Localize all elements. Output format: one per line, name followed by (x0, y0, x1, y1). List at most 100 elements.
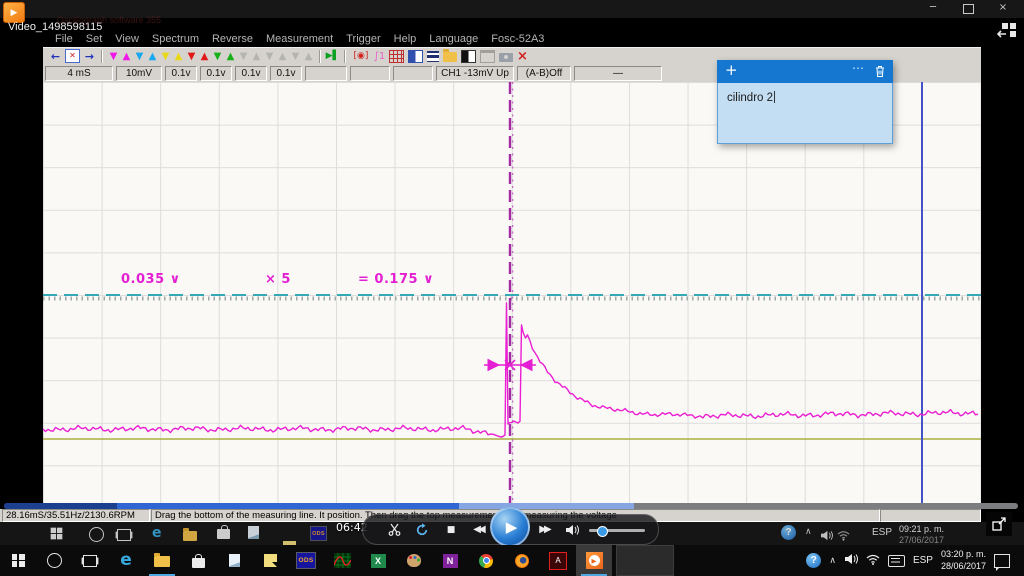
setting-box-9[interactable]: CH1 -13mV Up (436, 66, 514, 81)
menu-item-spectrum[interactable]: Spectrum (152, 33, 199, 47)
shift-down-yellow-icon[interactable]: ▼ (159, 51, 172, 62)
menu-item-file[interactable]: File (55, 33, 73, 47)
menu-item-help[interactable]: Help (394, 33, 417, 47)
tray-keyboard-icon[interactable] (888, 555, 905, 567)
sticky-note-header[interactable]: + ⋯ (717, 60, 893, 83)
play-button[interactable]: ▶ (490, 507, 530, 547)
onenote-icon[interactable]: N (432, 545, 468, 576)
shift-up-gray-1-icon[interactable]: ▲ (250, 51, 263, 62)
menu-item-reverse[interactable]: Reverse (212, 33, 253, 47)
media-player-icon[interactable]: ▶ (576, 545, 612, 576)
shift-down-magenta-icon[interactable]: ▼ (107, 51, 120, 62)
setting-box-3[interactable]: 0.1v (200, 66, 232, 81)
delete-note-icon[interactable] (875, 65, 885, 83)
excel-icon[interactable]: X (360, 545, 396, 576)
menu-item-set[interactable]: Set (86, 33, 103, 47)
start-button[interactable] (0, 545, 36, 576)
menu-item-language[interactable]: Language (429, 33, 478, 47)
tray-speaker-icon[interactable] (844, 552, 858, 570)
shift-up-gray-2-icon[interactable]: ▲ (276, 51, 289, 62)
setting-box-11[interactable]: — (574, 66, 662, 81)
record-icon[interactable]: [◉] (350, 49, 372, 64)
stop-icon[interactable]: ■ (443, 515, 459, 544)
cortana-button[interactable] (36, 545, 72, 576)
shift-down-green-icon[interactable]: ▼ (211, 51, 224, 62)
shift-down-gray-3-icon[interactable]: ▼ (289, 51, 302, 62)
rotate-icon[interactable] (413, 515, 431, 544)
maximize-button[interactable] (963, 4, 974, 14)
next-arrow-icon[interactable]: → (82, 49, 97, 64)
volume-knob[interactable] (597, 526, 608, 537)
shift-up-red-icon[interactable]: ▲ (198, 51, 211, 62)
taskbar-clock[interactable]: 03:20 p. m. 28/06/2017 (941, 549, 986, 572)
menu-item-fosc-52a3[interactable]: Fosc-52A3 (491, 33, 544, 47)
close-button[interactable]: × (990, 0, 1016, 16)
setting-box-8[interactable] (393, 66, 433, 81)
shift-up-gray-3-icon[interactable]: ▲ (302, 51, 315, 62)
setting-box-5[interactable]: 0.1v (270, 66, 302, 81)
firefox-icon[interactable] (504, 545, 540, 576)
setting-box-6[interactable] (305, 66, 347, 81)
popout-icon[interactable] (986, 512, 1012, 536)
setting-box-0[interactable]: 4 mS (45, 66, 113, 81)
play-pause-icon[interactable]: ▶▌ (325, 49, 340, 64)
prev-arrow-icon[interactable]: ← (48, 49, 63, 64)
file-explorer-icon[interactable] (144, 545, 180, 576)
setting-box-1[interactable]: 10mV (116, 66, 162, 81)
note-menu-icon[interactable]: ⋯ (852, 61, 865, 75)
grid-toggle-icon[interactable] (389, 50, 404, 63)
playlist-icon[interactable] (996, 22, 1020, 42)
shift-down-cyan-icon[interactable]: ▼ (133, 51, 146, 62)
invert-colors-icon[interactable] (461, 50, 476, 63)
note-text-area[interactable]: cilindro 2 (717, 83, 893, 144)
shift-up-green-icon[interactable]: ▲ (224, 51, 237, 62)
save-icon[interactable] (427, 51, 439, 62)
shift-down-red-icon[interactable]: ▼ (185, 51, 198, 62)
chrome-icon[interactable] (468, 545, 504, 576)
notepad-icon[interactable] (216, 545, 252, 576)
edge-icon[interactable]: e (108, 545, 144, 576)
store-icon[interactable] (180, 545, 216, 576)
tray-wifi-icon[interactable] (866, 552, 880, 570)
setting-box-7[interactable] (350, 66, 390, 81)
setting-box-4[interactable]: 0.1v (235, 66, 267, 81)
integral-icon[interactable]: ∫1 (372, 49, 387, 64)
speaker-icon[interactable] (563, 515, 581, 544)
system-tray: ? ∧ ESP 03:20 p. m. 28/06/2017 (806, 545, 1024, 576)
scissors-icon[interactable] (385, 515, 403, 544)
open-folder-icon[interactable] (443, 52, 457, 62)
forward-icon[interactable]: ▶▶ (531, 515, 557, 544)
menu-item-view[interactable]: View (115, 33, 139, 47)
snapshot-icon[interactable] (499, 53, 513, 62)
shift-down-gray-1-icon[interactable]: ▼ (237, 51, 250, 62)
close-trace-icon[interactable]: × (515, 49, 530, 64)
rec-edge-icon: e (152, 525, 162, 542)
rewind-icon[interactable]: ◀◀ (465, 515, 491, 544)
shift-down-gray-2-icon[interactable]: ▼ (263, 51, 276, 62)
open-window-tile[interactable] (616, 545, 674, 576)
shift-up-yellow-icon[interactable]: ▲ (172, 51, 185, 62)
menu-item-trigger[interactable]: Trigger (346, 33, 380, 47)
action-center-icon[interactable] (994, 554, 1010, 568)
oscilloscope-app-icon[interactable] (324, 545, 360, 576)
shift-up-magenta-icon[interactable]: ▲ (120, 51, 133, 62)
minimize-button[interactable]: ─ (920, 0, 946, 16)
sticky-note: + ⋯ cilindro 2 (717, 60, 893, 144)
task-view-button[interactable] (72, 545, 108, 576)
setting-box-10[interactable]: (A-B)Off (517, 66, 571, 81)
rec-ods-icon: ODS (310, 526, 327, 541)
shift-up-cyan-icon[interactable]: ▲ (146, 51, 159, 62)
marker-box-icon[interactable]: ✕ (65, 49, 80, 63)
split-view-icon[interactable] (408, 50, 423, 63)
sticky-notes-icon[interactable] (252, 545, 288, 576)
new-note-icon[interactable]: + (725, 61, 738, 79)
volume-slider[interactable] (589, 529, 645, 532)
language-indicator[interactable]: ESP (913, 555, 933, 566)
paint-icon[interactable] (396, 545, 432, 576)
setting-box-2[interactable]: 0.1v (165, 66, 197, 81)
tray-chevron-icon[interactable]: ∧ (829, 556, 836, 566)
menu-item-measurement[interactable]: Measurement (266, 33, 333, 47)
acrobat-icon[interactable]: A (540, 545, 576, 576)
tray-question-icon[interactable]: ? (806, 553, 821, 568)
ods-app-icon[interactable]: ODS (288, 545, 324, 576)
